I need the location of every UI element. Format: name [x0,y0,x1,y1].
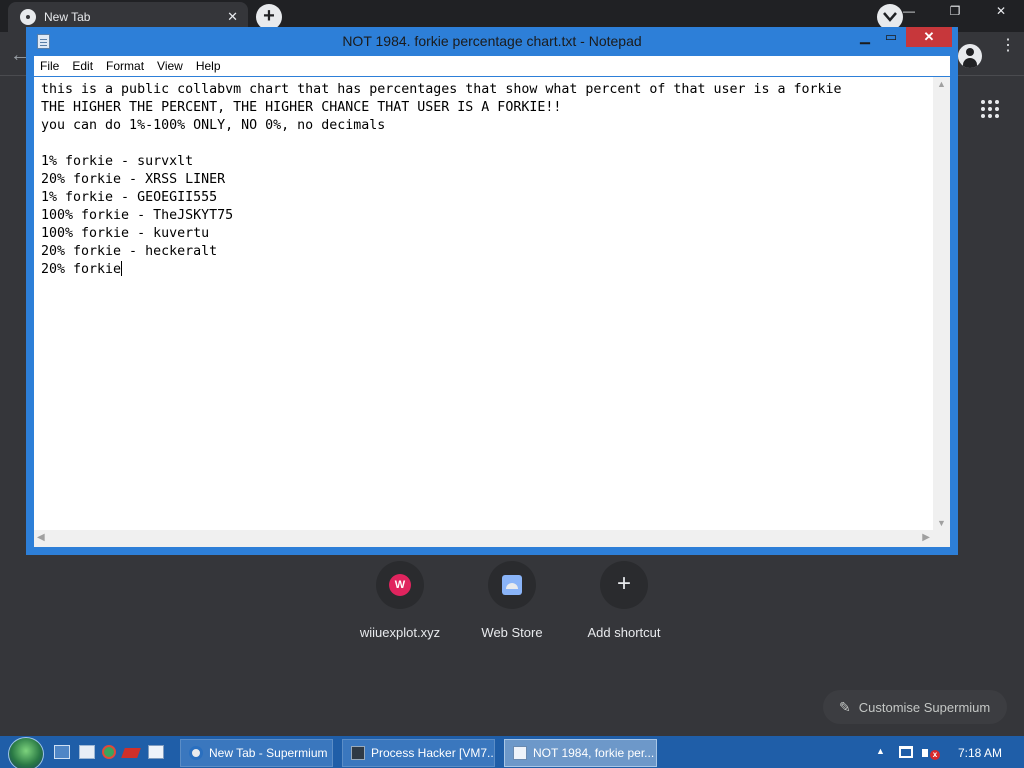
text-line: 20% forkie [41,262,122,277]
customise-label: Customise Supermium [858,699,991,715]
menu-file[interactable]: File [40,59,59,73]
shortcut-label: Add shortcut [587,625,661,640]
browser-menu-icon[interactable]: ⋮ [1000,38,1016,54]
shortcut-label: Web Store [481,625,543,640]
browser-close-button[interactable]: ✕ [978,0,1024,24]
vertical-scrollbar[interactable]: ▲ ▼ [933,77,950,530]
scroll-down-icon[interactable]: ▼ [933,518,950,528]
text-line: 20% forkie - XRSS LINER [41,172,226,187]
text-line: THE HIGHER THE PERCENT, THE HIGHER CHANC… [41,100,562,115]
mute-badge: x [930,750,940,760]
shortcut-tile: + [600,561,648,609]
horizontal-scrollbar[interactable]: ◀ ▶ [34,530,933,547]
notepad-text: this is a public collabvm chart that has… [41,81,921,279]
remote-app-icon[interactable] [121,748,141,758]
supermium-icon [189,746,203,760]
site-favicon-icon: W [389,574,411,596]
shortcut-label: wiiuexplot.xyz [359,625,441,640]
notepad-text-area[interactable]: this is a public collabvm chart that has… [34,77,950,547]
speaker-icon [922,749,928,757]
text-line-current: 20% forkie [41,261,921,279]
text-line: 100% forkie - TheJSKYT75 [41,208,234,223]
taskbar-item-notepad[interactable]: NOT 1984, forkie per... [504,739,657,767]
shortcut-wiiuexplot[interactable]: W wiiuexplot.xyz [345,561,455,640]
text-line: this is a public collabvm chart that has… [41,82,842,97]
scroll-up-icon[interactable]: ▲ [933,79,950,89]
browser-window-controls: — ❐ ✕ [886,0,1024,24]
text-line: you can do 1%-100% ONLY, NO 0%, no decim… [41,118,386,133]
text-caret [121,261,123,276]
notepad-menubar: File Edit Format View Help [34,56,950,76]
browser-minimize-button[interactable]: — [886,0,932,24]
menu-format[interactable]: Format [106,59,144,73]
show-hidden-icons-icon[interactable]: ▲ [876,746,885,756]
notepad-close-button[interactable]: ✕ [906,27,952,47]
browser-tab-title: New Tab [44,10,91,24]
volume-muted-icon[interactable]: x [922,746,940,760]
profile-avatar-icon[interactable] [958,44,982,68]
taskbar-item-label: NOT 1984, forkie per... [533,746,655,760]
menu-view[interactable]: View [157,59,183,73]
notepad-maximize-button[interactable]: ▭ [878,27,904,47]
text-line: 1% forkie - GEOEGII555 [41,190,218,205]
pencil-icon: ✎ [839,698,851,715]
taskbar-item-label: Process Hacker [VM7... [371,746,495,760]
taskbar-item-process-hacker[interactable]: Process Hacker [VM7... [342,739,495,767]
menu-help[interactable]: Help [196,59,221,73]
taskbar-item-supermium[interactable]: New Tab - Supermium [180,739,333,767]
show-desktop-icon[interactable] [54,745,70,759]
shortcut-web-store[interactable]: Web Store [457,561,567,640]
text-line: 100% forkie - kuvertu [41,226,210,241]
start-button[interactable] [8,737,44,768]
taskbar-item-label: New Tab - Supermium [209,746,328,760]
menu-edit[interactable]: Edit [72,59,93,73]
notepad-window[interactable]: NOT 1984. forkie percentage chart.txt - … [26,27,958,555]
customise-supermium-button[interactable]: ✎ Customise Supermium [823,690,1007,724]
notepad-titlebar[interactable]: NOT 1984. forkie percentage chart.txt - … [26,27,958,56]
plus-icon: + [616,570,631,597]
process-hacker-icon [351,746,365,760]
shortcut-tile [488,561,536,609]
browser-quicklaunch-icon[interactable] [102,745,116,759]
close-tab-icon[interactable]: ✕ [227,9,238,25]
browser-restore-button[interactable]: ❐ [932,0,978,24]
text-line [41,135,921,153]
text-line: 1% forkie - survxlt [41,154,194,169]
file-explorer-icon[interactable] [79,745,95,759]
shortcut-add[interactable]: + Add shortcut [569,561,679,640]
scroll-left-icon[interactable]: ◀ [37,532,45,543]
taskbar: New Tab - Supermium Process Hacker [VM7.… [0,736,1024,768]
text-line: 20% forkie - heckeralt [41,244,218,259]
scroll-right-icon[interactable]: ▶ [922,532,930,543]
window-switcher-icon[interactable] [148,745,164,759]
shortcut-tile: W [376,561,424,609]
notepad-minimize-button[interactable]: ▁ [852,27,878,47]
notepad-icon [513,746,527,760]
browser-logo-icon [20,9,36,25]
google-apps-icon[interactable] [981,100,999,118]
size-grip[interactable] [933,530,950,547]
notepad-title: NOT 1984. forkie percentage chart.txt - … [342,33,642,49]
taskbar-clock[interactable]: 7:18 AM [958,746,1002,760]
web-store-icon [502,575,522,595]
network-icon[interactable] [899,746,913,758]
